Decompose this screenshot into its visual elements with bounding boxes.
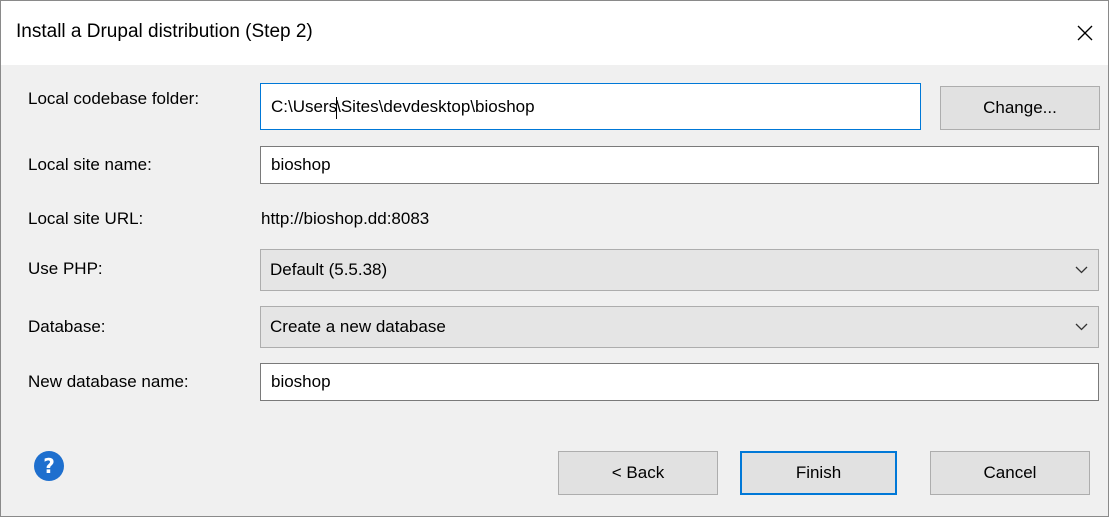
chevron-down-icon	[1075, 323, 1088, 331]
db-name-label: New database name:	[28, 372, 189, 391]
database-label: Database:	[28, 317, 106, 336]
title-bar: Install a Drupal distribution (Step 2)	[1, 1, 1108, 65]
php-label: Use PHP:	[28, 259, 103, 278]
codebase-folder-label: Local codebase folder:	[28, 89, 200, 108]
database-select[interactable]: Create a new database	[260, 306, 1099, 348]
site-url-label: Local site URL:	[28, 209, 144, 228]
site-name-label: Local site name:	[28, 155, 152, 174]
php-selected-value: Default (5.5.38)	[270, 260, 388, 279]
cancel-button[interactable]: Cancel	[930, 451, 1090, 495]
db-name-input[interactable]: bioshop	[260, 363, 1099, 401]
help-icon[interactable]: ?	[34, 451, 64, 481]
change-folder-button[interactable]: Change...	[940, 86, 1100, 130]
codebase-value-part1: C:\Users	[271, 97, 338, 116]
close-icon	[1077, 25, 1093, 41]
finish-button[interactable]: Finish	[740, 451, 897, 495]
site-url-value: http://bioshop.dd:8083	[261, 209, 430, 228]
site-name-input[interactable]: bioshop	[260, 146, 1099, 184]
php-version-select[interactable]: Default (5.5.38)	[260, 249, 1099, 291]
codebase-folder-input[interactable]: C:\Users\Sites\devdesktop\bioshop	[260, 83, 921, 130]
back-button[interactable]: < Back	[558, 451, 718, 495]
codebase-value-part2: \Sites\devdesktop\bioshop	[336, 97, 535, 116]
dialog-window: Install a Drupal distribution (Step 2) L…	[0, 0, 1109, 517]
database-selected-value: Create a new database	[270, 317, 446, 336]
chevron-down-icon	[1075, 266, 1088, 274]
close-button[interactable]	[1062, 1, 1108, 65]
dialog-title: Install a Drupal distribution (Step 2)	[16, 21, 313, 42]
